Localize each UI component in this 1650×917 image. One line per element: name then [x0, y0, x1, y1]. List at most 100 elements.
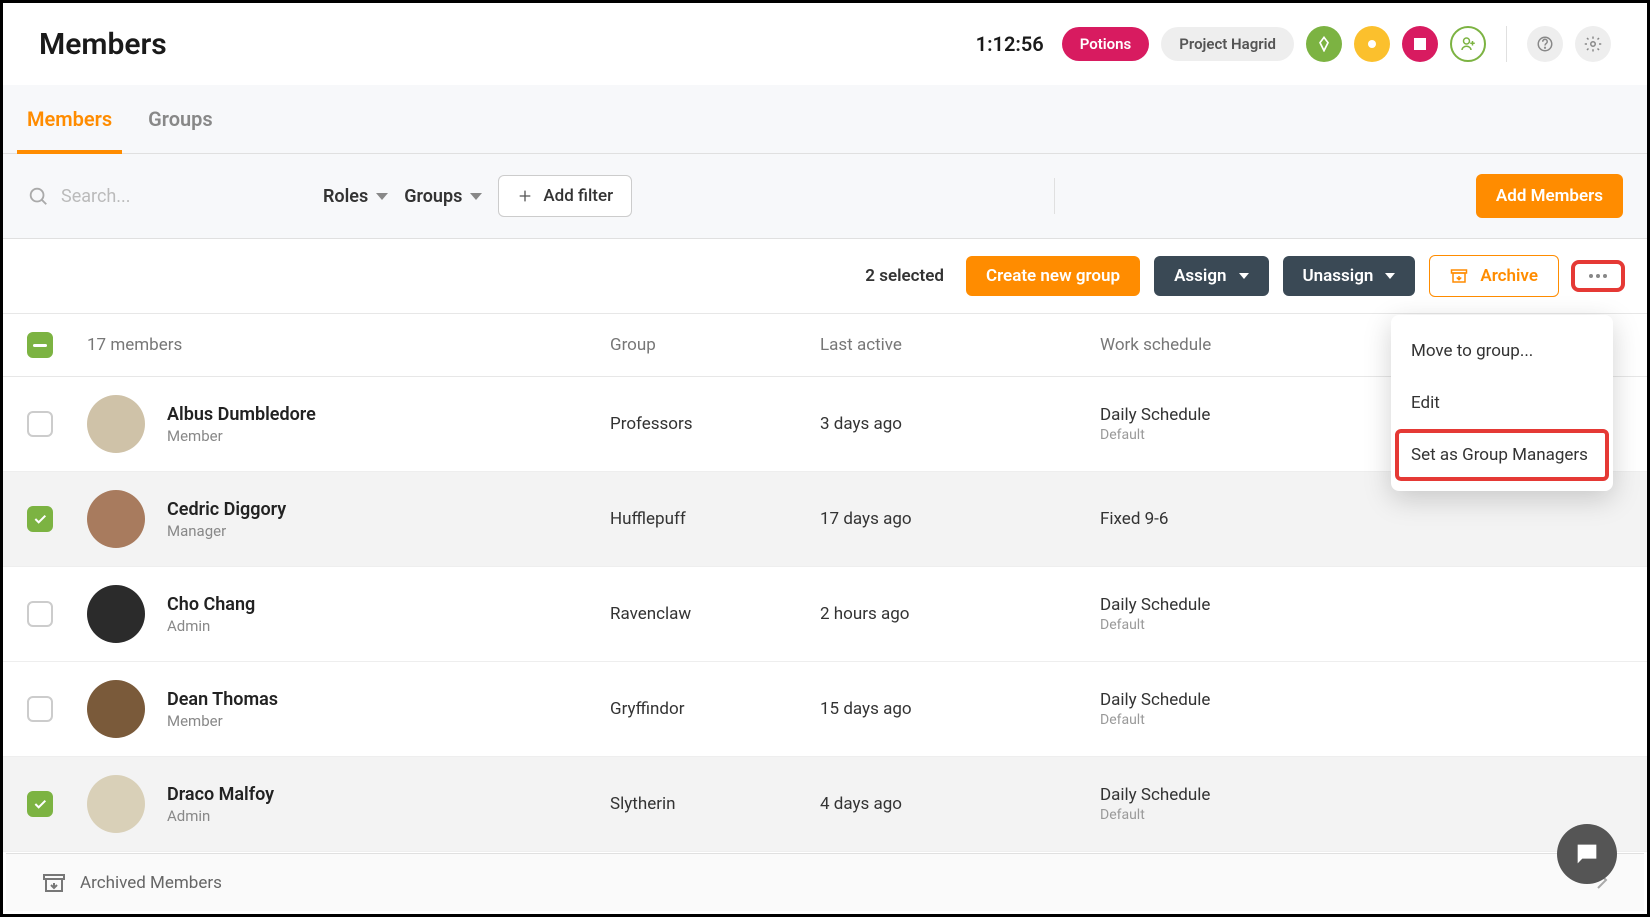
avatar [87, 680, 145, 738]
schedule-sub: Default [1100, 617, 1623, 633]
stop-icon [1414, 38, 1426, 50]
assign-button[interactable]: Assign [1154, 256, 1268, 296]
help-button[interactable] [1527, 26, 1563, 62]
roles-filter[interactable]: Roles [323, 186, 388, 207]
archive-label: Archive [1480, 266, 1538, 286]
member-name: Dean Thomas [167, 689, 278, 710]
chat-icon [1573, 840, 1601, 868]
member-last-active: 4 days ago [820, 794, 1100, 814]
user-add-icon [1459, 35, 1477, 53]
schedule-name: Fixed 9-6 [1100, 509, 1623, 529]
schedule-sub: Default [1100, 712, 1623, 728]
user-add-button[interactable] [1450, 26, 1486, 62]
chevron-down-icon [1385, 273, 1395, 279]
add-filter-button[interactable]: Add filter [498, 175, 632, 217]
menu-item-move-to-group[interactable]: Move to group... [1391, 325, 1613, 377]
unassign-button[interactable]: Unassign [1283, 256, 1416, 296]
unassign-label: Unassign [1303, 266, 1374, 286]
assign-label: Assign [1174, 266, 1226, 286]
header-divider [1506, 26, 1507, 62]
more-horizontal-icon [1588, 273, 1608, 279]
tab-bar: Members Groups [3, 85, 1647, 154]
column-header-last-active[interactable]: Last active [820, 335, 1100, 355]
help-icon [1536, 35, 1554, 53]
select-all-checkbox[interactable] [27, 332, 53, 358]
archive-box-icon [42, 871, 66, 895]
member-name: Cho Chang [167, 594, 255, 615]
schedule-name: Daily Schedule [1100, 690, 1623, 710]
add-filter-label: Add filter [543, 186, 613, 206]
search-input[interactable] [61, 186, 307, 207]
member-role: Admin [167, 807, 274, 825]
member-role: Manager [167, 522, 286, 540]
selected-count: 2 selected [865, 266, 944, 286]
session-timer: 1:12:56 [976, 32, 1044, 56]
roles-filter-label: Roles [323, 186, 368, 207]
member-name: Draco Malfoy [167, 784, 274, 805]
create-group-button[interactable]: Create new group [966, 256, 1140, 296]
member-group: Professors [610, 414, 820, 434]
member-role: Member [167, 712, 278, 730]
column-header-group[interactable]: Group [610, 335, 820, 355]
member-role: Admin [167, 617, 255, 635]
menu-item-edit[interactable]: Edit [1391, 377, 1613, 429]
table-row[interactable]: Draco Malfoy Admin Slytherin4 days agoDail… [3, 757, 1647, 852]
member-role: Member [167, 427, 316, 445]
archive-button[interactable]: Archive [1429, 255, 1559, 297]
chip-project[interactable]: Project Hagrid [1161, 27, 1294, 61]
row-checkbox[interactable] [27, 506, 53, 532]
schedule-sub: Default [1100, 807, 1623, 823]
chevron-down-icon [376, 193, 388, 200]
groups-filter[interactable]: Groups [404, 186, 482, 207]
member-name: Albus Dumbledore [167, 404, 316, 425]
member-group: Ravenclaw [610, 604, 820, 624]
timer-pause-button[interactable] [1354, 26, 1390, 62]
row-checkbox[interactable] [27, 601, 53, 627]
chevron-down-icon [1239, 273, 1249, 279]
timer-play-button[interactable] [1306, 26, 1342, 62]
schedule-name: Daily Schedule [1100, 785, 1623, 805]
archived-members-link[interactable]: Archived Members [80, 873, 222, 893]
tab-groups[interactable]: Groups [148, 85, 213, 153]
member-last-active: 15 days ago [820, 699, 1100, 719]
settings-button[interactable] [1575, 26, 1611, 62]
timer-stop-button[interactable] [1402, 26, 1438, 62]
row-checkbox[interactable] [27, 696, 53, 722]
app-header: Members 1:12:56 Potions Project Hagrid [3, 3, 1647, 85]
member-last-active: 2 hours ago [820, 604, 1100, 624]
bulk-action-bar: 2 selected Create new group Assign Unass… [3, 239, 1647, 314]
table-row[interactable]: Dean Thomas Member Gryffindor15 days agoDa… [3, 662, 1647, 757]
more-actions-menu: Move to group... Edit Set as Group Manag… [1391, 315, 1613, 491]
avatar [87, 395, 145, 453]
page-title: Members [39, 27, 167, 62]
member-group: Gryffindor [610, 699, 820, 719]
chevron-down-icon [470, 193, 482, 200]
schedule-name: Daily Schedule [1100, 595, 1623, 615]
support-chat-button[interactable] [1557, 824, 1617, 884]
coffee-icon [1364, 36, 1380, 52]
footer-bar: Archived Members [6, 853, 1644, 911]
avatar [87, 490, 145, 548]
row-checkbox[interactable] [27, 791, 53, 817]
tab-members[interactable]: Members [27, 85, 112, 153]
groups-filter-label: Groups [404, 186, 462, 207]
members-count: 17 members [87, 335, 610, 355]
avatar [87, 585, 145, 643]
member-group: Hufflepuff [610, 509, 820, 529]
chip-potions[interactable]: Potions [1062, 27, 1150, 61]
member-group: Slytherin [610, 794, 820, 814]
member-name: Cedric Diggory [167, 499, 286, 520]
archive-icon [1450, 267, 1468, 285]
row-checkbox[interactable] [27, 411, 53, 437]
play-pin-icon [1316, 36, 1332, 52]
table-row[interactable]: Cho Chang Admin Ravenclaw2 hours agoDaily … [3, 567, 1647, 662]
plus-icon [517, 188, 533, 204]
menu-item-set-group-managers[interactable]: Set as Group Managers [1395, 429, 1609, 481]
more-actions-button[interactable] [1573, 262, 1623, 290]
filter-toolbar: Roles Groups Add filter Add Members [3, 154, 1647, 239]
member-last-active: 3 days ago [820, 414, 1100, 434]
add-members-button[interactable]: Add Members [1476, 174, 1623, 218]
search-icon [27, 185, 49, 207]
settings-icon [1584, 35, 1602, 53]
member-last-active: 17 days ago [820, 509, 1100, 529]
